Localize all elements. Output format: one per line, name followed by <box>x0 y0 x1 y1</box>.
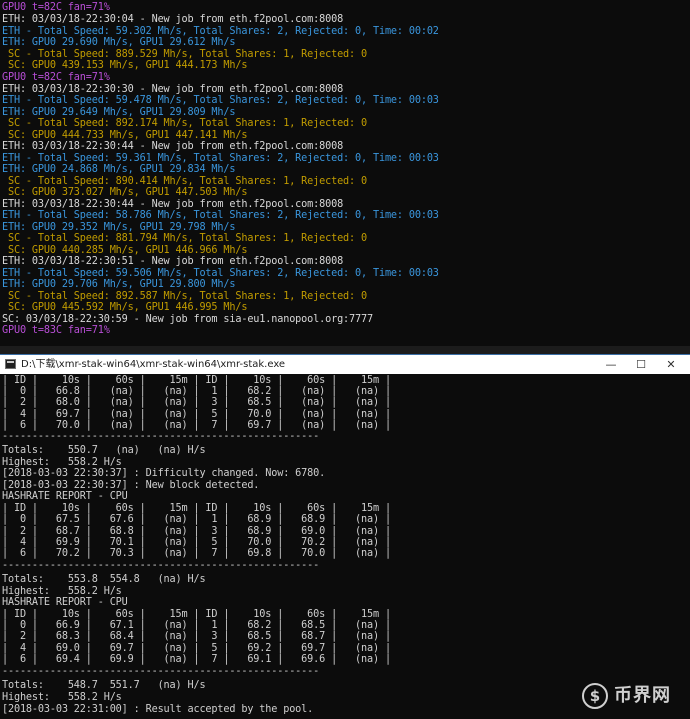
console-line: Totals: 550.7 (na) (na) H/s <box>2 445 206 456</box>
console-line: ETH - Total Speed: 59.478 Mh/s, Total Sh… <box>2 95 439 106</box>
miner-console-output: GPU0 t=82C fan=71% ETH: 03/03/18-22:30:0… <box>0 0 690 346</box>
console-line: | 0 | 66.9 | 67.1 | (na) | 1 | 68.2 | 68… <box>2 620 391 631</box>
window-gap <box>0 346 690 354</box>
console-line: | 2 | 68.7 | 68.8 | (na) | 3 | 68.9 | 69… <box>2 526 391 537</box>
console-line: Highest: 558.2 H/s <box>2 457 122 468</box>
console-line: Highest: 558.2 H/s <box>2 586 122 597</box>
console-app-icon[interactable] <box>5 359 16 369</box>
console-line: | ID | 10s | 60s | 15m | ID | 10s | 60s … <box>2 375 391 386</box>
console-line: [2018-03-03 22:31:00] : Result accepted … <box>2 704 314 715</box>
console-line: GPU0 t=82C fan=71% <box>2 72 110 83</box>
console-line: | 4 | 69.0 | 69.7 | (na) | 5 | 69.2 | 69… <box>2 643 391 654</box>
console-line: [2018-03-03 22:30:37] : New block detect… <box>2 480 260 491</box>
console-line: Highest: 558.2 H/s <box>2 692 122 703</box>
console-line: GPU0 t=82C fan=71% <box>2 2 110 13</box>
site-watermark: 币界网 <box>582 683 686 713</box>
console-line: GPU0 t=83C fan=71% <box>2 325 110 336</box>
console-line: | 6 | 70.2 | 70.3 | (na) | 7 | 69.8 | 70… <box>2 548 391 559</box>
console-line: ETH: GPU0 29.690 Mh/s, GPU1 29.612 Mh/s <box>2 37 236 48</box>
console-line: | ID | 10s | 60s | 15m | ID | 10s | 60s … <box>2 609 391 620</box>
console-line: | 2 | 68.0 | (na) | (na) | 3 | 68.5 | (n… <box>2 397 391 408</box>
window-titlebar[interactable]: D:\下载\xmr-stak-win64\xmr-stak-win64\xmr-… <box>0 354 690 374</box>
console-line: SC: GPU0 439.153 Mh/s, GPU1 444.173 Mh/s <box>2 60 248 71</box>
coin-logo-icon <box>582 683 608 709</box>
console-line: | 0 | 66.8 | (na) | (na) | 1 | 68.2 | (n… <box>2 386 391 397</box>
console-line: | 6 | 69.4 | 69.9 | (na) | 7 | 69.1 | 69… <box>2 654 391 665</box>
minimize-button[interactable]: — <box>596 355 626 374</box>
console-line: ETH: 03/03/18-22:30:51 - New job from et… <box>2 256 344 267</box>
console-line: HASHRATE REPORT - CPU <box>2 491 128 502</box>
console-line: ETH: GPU0 24.868 Mh/s, GPU1 29.834 Mh/s <box>2 164 236 175</box>
console-line: | 4 | 69.9 | 70.1 | (na) | 5 | 70.0 | 70… <box>2 537 391 548</box>
console-line: | 4 | 69.7 | (na) | (na) | 5 | 70.0 | (n… <box>2 409 391 420</box>
console-line: SC - Total Speed: 881.794 Mh/s, Total Sh… <box>2 233 367 244</box>
console-line: | 2 | 68.3 | 68.4 | (na) | 3 | 68.5 | 68… <box>2 631 391 642</box>
console-line: | 0 | 67.5 | 67.6 | (na) | 1 | 68.9 | 68… <box>2 514 391 525</box>
console-line: ETH: 03/03/18-22:30:04 - New job from et… <box>2 14 344 25</box>
console-line: SC: GPU0 373.027 Mh/s, GPU1 447.503 Mh/s <box>2 187 248 198</box>
console-line: ----------------------------------------… <box>2 431 320 442</box>
console-line: | ID | 10s | 60s | 15m | ID | 10s | 60s … <box>2 503 391 514</box>
xmr-stak-console-output: | ID | 10s | 60s | 15m | ID | 10s | 60s … <box>0 374 690 719</box>
watermark-text: 币界网 <box>614 685 671 706</box>
console-line: ETH: 03/03/18-22:30:44 - New job from et… <box>2 141 344 152</box>
maximize-button[interactable]: ☐ <box>626 355 656 374</box>
console-line: Totals: 553.8 554.8 (na) H/s <box>2 574 206 585</box>
console-line: ETH - Total Speed: 58.786 Mh/s, Total Sh… <box>2 210 439 221</box>
console-line: SC - Total Speed: 892.174 Mh/s, Total Sh… <box>2 118 367 129</box>
xmr-stak-window[interactable]: D:\下载\xmr-stak-win64\xmr-stak-win64\xmr-… <box>0 354 690 719</box>
window-title: D:\下载\xmr-stak-win64\xmr-stak-win64\xmr-… <box>21 359 286 370</box>
console-line: [2018-03-03 22:30:37] : Difficulty chang… <box>2 468 326 479</box>
close-button[interactable]: ✕ <box>656 355 686 374</box>
console-line: ETH: GPU0 29.706 Mh/s, GPU1 29.800 Mh/s <box>2 279 236 290</box>
console-line: | 6 | 70.0 | (na) | (na) | 7 | 69.7 | (n… <box>2 420 391 431</box>
console-line: SC: GPU0 445.592 Mh/s, GPU1 446.995 Mh/s <box>2 302 248 313</box>
console-line: Totals: 548.7 551.7 (na) H/s <box>2 680 206 691</box>
console-line: ----------------------------------------… <box>2 560 320 571</box>
console-line: ----------------------------------------… <box>2 666 320 677</box>
console-line: HASHRATE REPORT - CPU <box>2 597 128 608</box>
